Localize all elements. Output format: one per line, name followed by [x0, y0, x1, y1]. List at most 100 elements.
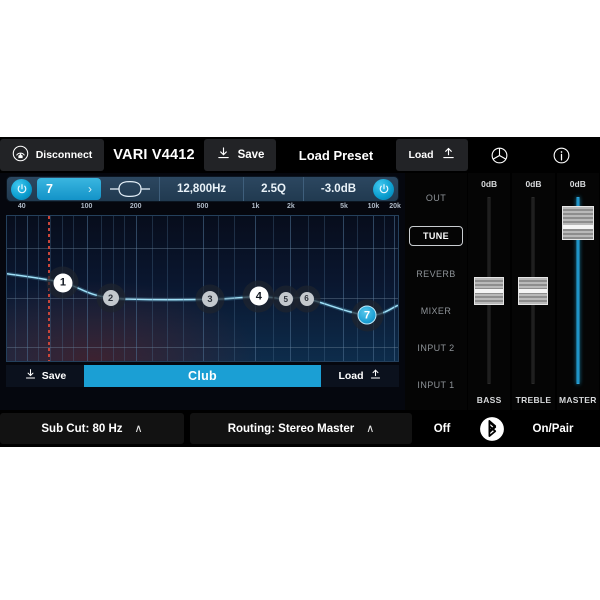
chevron-up-icon: ∧: [134, 423, 143, 435]
eq-node-label: 3: [201, 291, 218, 308]
load-preset-label: Load Preset: [298, 147, 374, 163]
grid-line-vertical: [26, 216, 28, 361]
axis-tick-1k: 1k: [251, 203, 260, 210]
fader-handle[interactable]: [561, 206, 594, 241]
eq-q-value[interactable]: 2.5Q: [243, 177, 303, 201]
fader-handle[interactable]: [474, 276, 505, 305]
grid-line-horizontal: [7, 247, 398, 249]
settings-button[interactable]: [468, 139, 530, 171]
axis-tick-20k: 20k: [389, 203, 401, 210]
bluetooth-icon: [472, 413, 512, 444]
preset-save-label: Save: [41, 370, 67, 382]
bluetooth-on-pair-button[interactable]: On/Pair: [512, 413, 594, 444]
eq-node-label: 4: [249, 286, 269, 306]
routing-label: Routing: Stereo Master: [227, 422, 355, 435]
sidebar-item-input-1[interactable]: INPUT 1: [409, 376, 463, 394]
bluetooth-off-label: Off: [433, 422, 451, 435]
bottom-bar: Sub Cut: 80 Hz ∧ Routing: Stereo Master …: [0, 410, 600, 447]
sidebar-item-reverb[interactable]: REVERB: [409, 265, 463, 283]
fader-value: 0dB: [525, 179, 542, 189]
preset-save-button[interactable]: Save: [6, 365, 84, 387]
save-label: Save: [237, 149, 265, 161]
fader-handle[interactable]: [518, 276, 549, 305]
grid-line-vertical: [14, 216, 16, 361]
disconnect-label: Disconnect: [35, 149, 93, 161]
fader-treble: 0dB TREBLE: [512, 173, 555, 410]
load-preset-button[interactable]: Load Preset: [276, 139, 396, 171]
axis-tick-5k: 5k: [340, 203, 348, 210]
app-header: Disconnect VARI V4412 Save Load Preset L…: [0, 137, 600, 173]
sidebar-item-input-2[interactable]: INPUT 2: [409, 339, 463, 357]
product-title: VARI V4412: [104, 139, 204, 171]
axis-tick-500: 500: [196, 203, 209, 210]
upload-icon: [441, 146, 456, 164]
preset-bar: Save Club Load: [6, 365, 399, 387]
eq-graph[interactable]: 1 2 3 456 7: [6, 215, 399, 362]
grid-line-vertical: [151, 216, 153, 361]
sub-cut-selector[interactable]: Sub Cut: 80 Hz ∧: [0, 413, 184, 444]
band-number: 7: [46, 182, 53, 196]
upload-icon: [369, 368, 382, 384]
preset-load-button[interactable]: Load: [321, 365, 399, 387]
axis-tick-100: 100: [80, 203, 93, 210]
eq-node-3[interactable]: 3: [195, 284, 225, 314]
section-sidebar: OUT TUNE REVERB MIXER INPUT 2 INPUT 1: [405, 173, 467, 410]
eq-power-right-button[interactable]: [373, 178, 394, 200]
sidebar-item-out[interactable]: OUT: [409, 189, 463, 207]
download-icon: [216, 146, 231, 164]
fader-master: 0dB MASTER: [556, 173, 599, 410]
eq-node-6[interactable]: 6: [293, 285, 320, 313]
info-button[interactable]: [530, 139, 592, 171]
eq-node-label: 6: [299, 291, 314, 306]
fader-section: 0dB BASS 0dB TREBLE 0dB MASTER: [467, 173, 600, 410]
frequency-axis: 40 100 200 500 1k 2k 5k 10k 20k: [6, 203, 401, 214]
sidebar-item-tune[interactable]: TUNE: [409, 225, 463, 246]
broadcast-icon: [12, 145, 29, 165]
sub-cut-label: Sub Cut: 80 Hz: [41, 422, 123, 435]
sidebar-item-mixer[interactable]: MIXER: [409, 302, 463, 320]
save-button[interactable]: Save: [204, 139, 276, 171]
pie-settings-icon: [490, 146, 509, 165]
download-icon: [24, 368, 37, 384]
load-label: Load: [408, 149, 434, 161]
load-button[interactable]: Load: [396, 139, 468, 171]
bell-filter-icon[interactable]: [101, 180, 159, 198]
device-control-app: Disconnect VARI V4412 Save Load Preset L…: [0, 137, 600, 447]
fader-value: 0dB: [481, 179, 498, 189]
eq-node-label: 7: [357, 305, 377, 325]
product-title-text: VARI V4412: [113, 147, 195, 163]
eq-node-label: 1: [53, 273, 73, 293]
band-selector[interactable]: 7 ›: [37, 178, 101, 200]
fader-value: 0dB: [569, 179, 586, 189]
fader-label: TREBLE: [515, 395, 552, 405]
bluetooth-off-button[interactable]: Off: [412, 413, 472, 444]
preset-load-label: Load: [338, 370, 364, 382]
preset-name[interactable]: Club: [84, 365, 321, 387]
eq-node-4[interactable]: 4: [242, 280, 275, 313]
grid-line-vertical: [182, 216, 184, 361]
eq-node-label: 2: [102, 289, 119, 306]
axis-tick-10k: 10k: [367, 203, 380, 210]
eq-node-label: 5: [278, 292, 293, 307]
eq-node-7[interactable]: 7: [351, 299, 384, 332]
axis-tick-200: 200: [129, 203, 142, 210]
info-icon: [552, 146, 571, 165]
fader-label: MASTER: [558, 395, 597, 405]
eq-frequency-value[interactable]: 12,800Hz: [159, 177, 243, 201]
grid-line-vertical: [124, 216, 126, 361]
disconnect-button[interactable]: Disconnect: [0, 139, 104, 171]
grid-line-vertical: [136, 216, 138, 361]
grid-line-vertical: [167, 216, 169, 361]
eq-panel: 7 › 12,800Hz 2.5Q -3.0dB 40 100 200 500 1k 2k…: [0, 173, 405, 410]
eq-gain-value[interactable]: -3.0dB: [302, 177, 373, 201]
eq-power-left-button[interactable]: [11, 178, 32, 200]
eq-node-2[interactable]: 2: [96, 283, 126, 313]
chevron-right-icon: ›: [88, 182, 92, 196]
routing-selector[interactable]: Routing: Stereo Master ∧: [190, 413, 412, 444]
grid-line-vertical: [372, 216, 374, 361]
grid-line-vertical: [356, 216, 358, 361]
eq-node-1[interactable]: 1: [46, 266, 79, 299]
grid-line-vertical: [394, 216, 396, 361]
eq-node-5[interactable]: 5: [272, 285, 300, 313]
grid-line-vertical: [233, 216, 235, 361]
